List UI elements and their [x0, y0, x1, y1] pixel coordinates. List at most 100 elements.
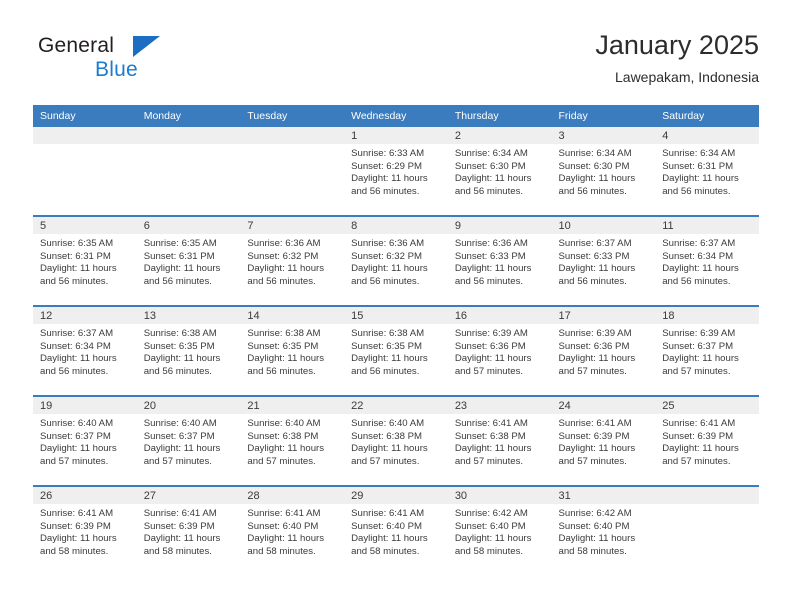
day-number: 29 — [344, 487, 448, 504]
calendar-day-cell[interactable]: 8 Sunrise: 6:36 AM Sunset: 6:32 PM Daylight… — [344, 215, 448, 306]
sunrise-text: Sunrise: 6:35 AM — [40, 238, 114, 249]
calendar-day-cell[interactable]: 3 Sunrise: 6:34 AM Sunset: 6:30 PM Daylight… — [551, 127, 656, 216]
calendar-week-row: 5 Sunrise: 6:35 AM Sunset: 6:31 PM Daylight… — [33, 215, 759, 306]
daylight-text-line2: and 57 minutes. — [454, 455, 524, 467]
calendar-day-cell[interactable]: 20 Sunrise: 6:40 AM Sunset: 6:37 PM Dayligh… — [136, 395, 241, 486]
day-number: 18 — [655, 307, 759, 324]
daylight-text-line1: Daylight: 11 hours — [351, 173, 428, 185]
day-number: 13 — [136, 307, 241, 324]
day-number: 19 — [33, 397, 137, 414]
daylight-text-line2: and 56 minutes. — [351, 185, 420, 197]
calendar-day-cell[interactable]: 4 Sunrise: 6:34 AM Sunset: 6:31 PM Daylight… — [655, 127, 759, 216]
sunset-text: Sunset: 6:39 PM — [143, 520, 215, 532]
calendar-day-cell[interactable]: 28 Sunrise: 6:41 AM Sunset: 6:40 PM Dayligh… — [240, 485, 345, 575]
calendar-day-cell-empty — [136, 127, 241, 216]
daylight-text-line1: Daylight: 11 hours — [351, 533, 428, 545]
sunset-text: Sunset: 6:33 PM — [454, 250, 526, 262]
day-number: 31 — [551, 487, 656, 504]
calendar-day-cell[interactable]: 16 Sunrise: 6:39 AM Sunset: 6:36 PM Dayligh… — [447, 305, 552, 396]
calendar-day-cell[interactable]: 14 Sunrise: 6:38 AM Sunset: 6:35 PM Dayligh… — [240, 305, 345, 396]
weekday-header-friday: Friday — [551, 105, 656, 127]
calendar-day-cell[interactable]: 21 Sunrise: 6:40 AM Sunset: 6:38 PM Dayligh… — [240, 395, 345, 486]
daylight-text-line2: and 57 minutes. — [247, 455, 316, 467]
sunrise-text: Sunrise: 6:33 AM — [351, 148, 425, 159]
sunset-text: Sunset: 6:38 PM — [351, 430, 423, 442]
sunrise-text: Sunrise: 6:37 AM — [662, 238, 736, 249]
calendar-day-cell[interactable]: 22 Sunrise: 6:40 AM Sunset: 6:38 PM Dayligh… — [344, 395, 448, 486]
calendar-day-cell[interactable]: 19 Sunrise: 6:40 AM Sunset: 6:37 PM Dayligh… — [33, 395, 137, 486]
day-details: Sunrise: 6:41 AM Sunset: 6:39 PM Daylight:… — [655, 414, 759, 468]
daylight-text-line2: and 58 minutes. — [454, 545, 524, 557]
calendar-day-cell[interactable]: 13 Sunrise: 6:38 AM Sunset: 6:35 PM Dayligh… — [136, 305, 241, 396]
daylight-text-line1: Daylight: 11 hours — [247, 533, 325, 545]
sunrise-text: Sunrise: 6:37 AM — [40, 328, 114, 339]
sunset-text: Sunset: 6:37 PM — [40, 430, 111, 442]
day-number: 4 — [655, 127, 759, 144]
calendar-day-cell[interactable]: 15 Sunrise: 6:38 AM Sunset: 6:35 PM Dayligh… — [344, 305, 448, 396]
day-number: 30 — [447, 487, 552, 504]
calendar-day-cell[interactable]: 26 Sunrise: 6:41 AM Sunset: 6:39 PM Dayligh… — [33, 485, 137, 575]
calendar-day-cell[interactable]: 2 Sunrise: 6:34 AM Sunset: 6:30 PM Daylight… — [447, 127, 552, 216]
sunset-text: Sunset: 6:30 PM — [454, 160, 526, 172]
weekday-header-sunday: Sunday — [33, 105, 137, 127]
sunrise-text: Sunrise: 6:42 AM — [558, 508, 632, 519]
calendar-day-cell[interactable]: 9 Sunrise: 6:36 AM Sunset: 6:33 PM Daylight… — [447, 215, 552, 306]
calendar-day-cell[interactable]: 23 Sunrise: 6:41 AM Sunset: 6:38 PM Dayligh… — [447, 395, 552, 486]
calendar-header-row: Sunday Monday Tuesday Wednesday Thursday… — [33, 105, 759, 127]
day-number — [136, 127, 241, 144]
sunrise-text: Sunrise: 6:37 AM — [558, 238, 632, 249]
calendar-day-cell[interactable]: 6 Sunrise: 6:35 AM Sunset: 6:31 PM Daylight… — [136, 215, 241, 306]
calendar-day-cell[interactable]: 1 Sunrise: 6:33 AM Sunset: 6:29 PM Daylight… — [344, 127, 448, 216]
logo-text-general: General — [38, 34, 115, 57]
daylight-text-line2: and 56 minutes. — [143, 365, 212, 377]
daylight-text-line1: Daylight: 11 hours — [558, 353, 636, 365]
generalblue-logo[interactable]: General Blue — [33, 34, 293, 90]
day-number: 2 — [447, 127, 552, 144]
daylight-text-line1: Daylight: 11 hours — [40, 533, 117, 545]
sunrise-text: Sunrise: 6:36 AM — [247, 238, 321, 249]
calendar-day-cell[interactable]: 27 Sunrise: 6:41 AM Sunset: 6:39 PM Dayligh… — [136, 485, 241, 575]
day-details: Sunrise: 6:41 AM Sunset: 6:39 PM Daylight:… — [552, 414, 656, 468]
day-number: 22 — [344, 397, 448, 414]
day-number: 8 — [344, 217, 448, 234]
day-number: 14 — [240, 307, 345, 324]
day-number: 26 — [33, 487, 137, 504]
calendar-day-cell[interactable]: 10 Sunrise: 6:37 AM Sunset: 6:33 PM Dayligh… — [551, 215, 656, 306]
day-details: Sunrise: 6:36 AM Sunset: 6:32 PM Daylight:… — [240, 234, 344, 288]
day-number: 28 — [240, 487, 345, 504]
sunrise-text: Sunrise: 6:38 AM — [247, 328, 321, 339]
daylight-text-line2: and 57 minutes. — [351, 455, 420, 467]
calendar-day-cell[interactable]: 18 Sunrise: 6:39 AM Sunset: 6:37 PM Dayligh… — [655, 305, 759, 396]
calendar-day-cell[interactable]: 17 Sunrise: 6:39 AM Sunset: 6:36 PM Dayligh… — [551, 305, 656, 396]
calendar-day-cell[interactable]: 30 Sunrise: 6:42 AM Sunset: 6:40 PM Dayligh… — [447, 485, 552, 575]
calendar-day-cell[interactable]: 31 Sunrise: 6:42 AM Sunset: 6:40 PM Dayligh… — [551, 485, 656, 575]
sunset-text: Sunset: 6:29 PM — [351, 160, 423, 172]
sunset-text: Sunset: 6:30 PM — [558, 160, 630, 172]
day-details: Sunrise: 6:34 AM Sunset: 6:30 PM Daylight:… — [552, 144, 656, 198]
sunrise-text: Sunrise: 6:41 AM — [558, 418, 632, 429]
sunrise-text: Sunrise: 6:38 AM — [143, 328, 217, 339]
daylight-text-line2: and 56 minutes. — [558, 185, 627, 197]
day-number: 11 — [655, 217, 759, 234]
daylight-text-line2: and 56 minutes. — [662, 185, 731, 197]
sunrise-text: Sunrise: 6:41 AM — [662, 418, 736, 429]
calendar-day-cell[interactable]: 12 Sunrise: 6:37 AM Sunset: 6:34 PM Dayligh… — [33, 305, 137, 396]
daylight-text-line2: and 58 minutes. — [247, 545, 316, 557]
page-subtitle: Lawepakam, Indonesia — [615, 69, 759, 85]
daylight-text-line1: Daylight: 11 hours — [558, 443, 636, 455]
calendar-day-cell[interactable]: 29 Sunrise: 6:41 AM Sunset: 6:40 PM Dayligh… — [344, 485, 448, 575]
calendar-page: General Blue January 2025 Lawepakam, Ind… — [0, 0, 792, 612]
calendar-day-cell[interactable]: 5 Sunrise: 6:35 AM Sunset: 6:31 PM Daylight… — [33, 215, 137, 306]
calendar-day-cell[interactable]: 11 Sunrise: 6:37 AM Sunset: 6:34 PM Dayligh… — [655, 215, 759, 306]
daylight-text-line2: and 58 minutes. — [143, 545, 212, 557]
calendar-day-cell[interactable]: 25 Sunrise: 6:41 AM Sunset: 6:39 PM Dayligh… — [655, 395, 759, 486]
day-number: 3 — [551, 127, 656, 144]
daylight-text-line2: and 56 minutes. — [454, 185, 524, 197]
page-title: January 2025 — [595, 30, 759, 60]
sunset-text: Sunset: 6:39 PM — [40, 520, 111, 532]
sunset-text: Sunset: 6:40 PM — [558, 520, 630, 532]
day-details: Sunrise: 6:34 AM Sunset: 6:31 PM Daylight:… — [655, 144, 759, 198]
calendar-day-cell[interactable]: 24 Sunrise: 6:41 AM Sunset: 6:39 PM Dayligh… — [551, 395, 656, 486]
sunset-text: Sunset: 6:35 PM — [143, 340, 215, 352]
calendar-day-cell[interactable]: 7 Sunrise: 6:36 AM Sunset: 6:32 PM Daylight… — [240, 215, 345, 306]
